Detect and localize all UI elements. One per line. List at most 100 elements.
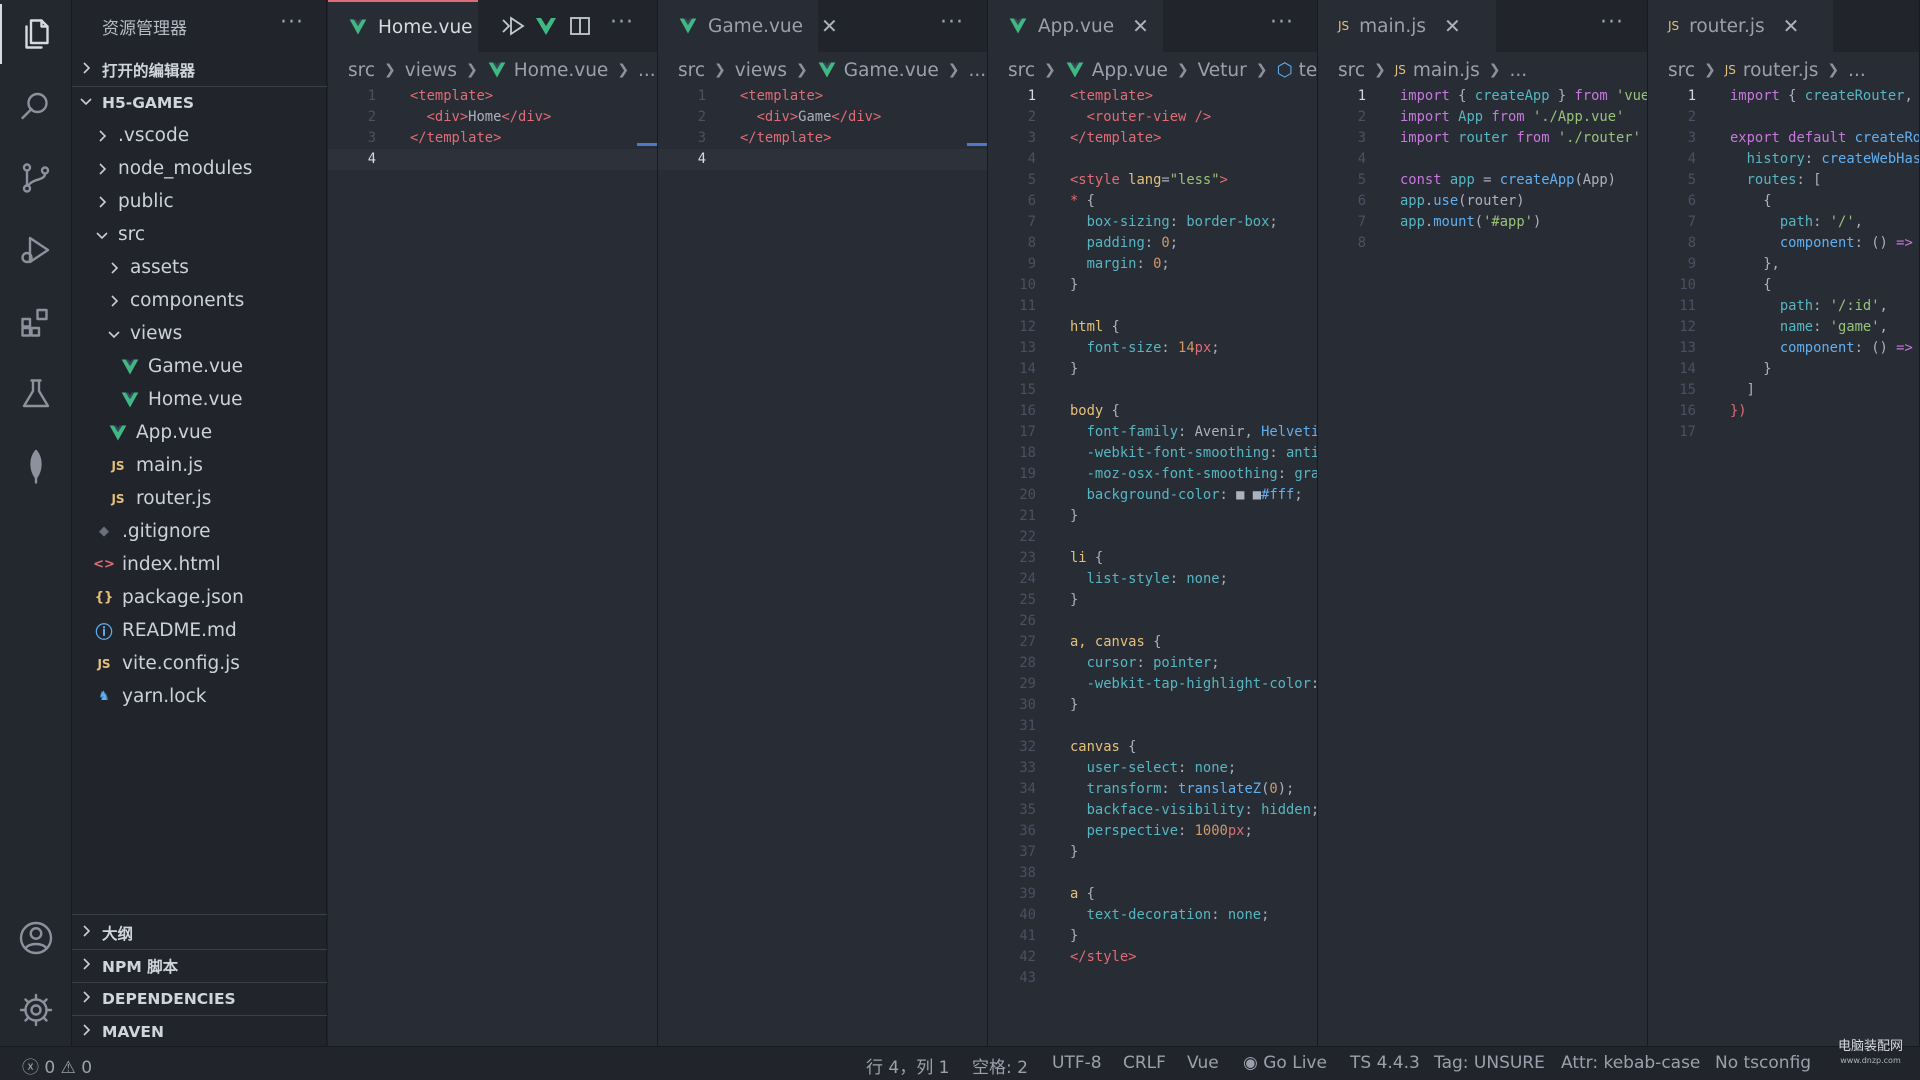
code-editor[interactable]: 1 <template> 2 <router-view /> 3 </template>… — [988, 86, 1317, 989]
project-label: H5-GAMES — [102, 93, 195, 112]
tree-item-readme-md[interactable]: ⓘ README.md — [94, 614, 237, 647]
section-1[interactable]: NPM 脚本 — [72, 949, 327, 982]
breadcrumb-item[interactable]: views — [405, 60, 457, 81]
breadcrumb-item[interactable]: src — [348, 60, 375, 81]
line-number: 3 — [367, 130, 376, 146]
code-line: 26 — [988, 611, 1317, 632]
breadcrumb-label: Game.vue — [843, 59, 939, 81]
language-mode[interactable]: Vue — [1187, 1053, 1219, 1073]
editor-tab[interactable]: JS main.js ✕ — [1318, 0, 1496, 52]
leaf-icon[interactable] — [0, 436, 72, 496]
breadcrumb-item[interactable]: ⬡tem — [1276, 60, 1317, 81]
more-actions-icon[interactable]: ··· — [610, 10, 634, 35]
tree-item-game-vue[interactable]: Game.vue — [120, 350, 243, 383]
breadcrumb-item[interactable]: views — [735, 60, 787, 81]
breadcrumb-item[interactable]: JS main.js — [1395, 60, 1480, 81]
extensions-icon[interactable] — [0, 292, 72, 352]
explorer-icon[interactable] — [0, 4, 72, 64]
code-token: : () — [1854, 235, 1897, 251]
tree-item-router-js[interactable]: JS router.js — [108, 482, 211, 515]
more-actions-icon[interactable]: ··· — [940, 10, 964, 35]
tag-case[interactable]: Tag: UNSURE — [1434, 1053, 1545, 1073]
tree-item-index-html[interactable]: <> index.html — [93, 548, 221, 581]
more-actions-icon[interactable]: ··· — [1600, 10, 1624, 35]
tree-item-vite-config-js[interactable]: JS vite.config.js — [94, 647, 239, 680]
code-editor[interactable]: 1 <template> 2 <div>Game</div> 3 </template>… — [658, 86, 987, 170]
problems-indicator[interactable]: ⓧ 0 ⚠ 0 — [22, 1053, 92, 1078]
breadcrumb-item[interactable]: ... — [638, 60, 656, 81]
tree-item-yarn-lock[interactable]: ♞ yarn.lock — [94, 680, 206, 713]
tree-item-vscode[interactable]: .vscode — [94, 119, 189, 152]
tree-item-main-js[interactable]: JS main.js — [108, 449, 202, 482]
editor-group-3: App.vue ✕ ··· src ❯ App.vue ❯ Vetur ❯ ⬡tem 1 <templ… — [988, 0, 1318, 1046]
ts-version[interactable]: TS 4.4.3 — [1350, 1053, 1420, 1073]
scrollbar-indicator[interactable] — [637, 143, 657, 146]
encoding[interactable]: UTF-8 — [1052, 1053, 1102, 1073]
section-3[interactable]: MAVEN — [72, 1015, 327, 1048]
breadcrumb-item[interactable]: JS router.js — [1725, 60, 1819, 81]
breadcrumb-item[interactable]: src — [1338, 60, 1365, 81]
close-icon[interactable]: ✕ — [1444, 14, 1461, 38]
indentation[interactable]: 空格: 2 — [972, 1053, 1028, 1078]
run-debug-icon[interactable] — [0, 220, 72, 280]
breadcrumb-item[interactable]: src — [678, 60, 705, 81]
close-icon[interactable]: ✕ — [821, 14, 838, 38]
code-token: a — [1070, 886, 1087, 902]
breadcrumb-item[interactable]: App.vue — [1065, 60, 1168, 81]
code-line: 5 routes: [ — [1648, 170, 1919, 191]
breadcrumb-item[interactable]: Vetur — [1198, 60, 1247, 81]
editor-tab[interactable]: Home.vue — [328, 0, 478, 52]
tree-item-public[interactable]: public — [94, 185, 174, 218]
breadcrumb-item[interactable]: src — [1008, 60, 1035, 81]
breadcrumb-item[interactable]: ... — [1510, 60, 1528, 81]
code-editor[interactable]: 1 <template> 2 <div>Home</div> 3 </template>… — [328, 86, 657, 170]
split-editor-icon[interactable] — [568, 14, 592, 38]
tree-item-src[interactable]: src — [94, 218, 145, 251]
section-0[interactable]: 大纲 — [72, 916, 327, 949]
project-section[interactable]: H5-GAMES — [72, 86, 327, 119]
search-icon[interactable] — [0, 76, 72, 136]
tree-item-assets[interactable]: assets — [106, 251, 189, 284]
editor-tab[interactable]: JS router.js ✕ — [1648, 0, 1833, 52]
open-editors-section[interactable]: 打开的编辑器 — [72, 53, 327, 86]
explorer-more-button[interactable]: ··· — [280, 10, 304, 35]
tree-item-components[interactable]: components — [106, 284, 244, 317]
breadcrumb-item[interactable]: ... — [1848, 60, 1866, 81]
cursor-position[interactable]: 行 4，列 1 — [866, 1053, 949, 1078]
run-icon[interactable] — [504, 14, 528, 38]
line-number: 3 — [1027, 130, 1036, 146]
tree-item-package-json[interactable]: {} package.json — [94, 581, 244, 614]
tree-item-app-vue[interactable]: App.vue — [108, 416, 212, 449]
tsconfig-status[interactable]: No tsconfig — [1715, 1053, 1811, 1073]
line-ending[interactable]: CRLF — [1123, 1053, 1166, 1073]
vue-devtools-icon[interactable] — [534, 14, 558, 38]
tree-item-node-modules[interactable]: node_modules — [94, 152, 252, 185]
attr-case[interactable]: Attr: kebab-case — [1561, 1053, 1700, 1073]
editor-tab[interactable]: App.vue ✕ — [988, 0, 1163, 52]
section-2[interactable]: DEPENDENCIES — [72, 982, 327, 1015]
editor-tab[interactable]: Game.vue ✕ — [658, 0, 838, 52]
tree-item-home-vue[interactable]: Home.vue — [120, 383, 243, 416]
breadcrumb-item[interactable]: Game.vue — [817, 60, 939, 81]
tree-item-views[interactable]: views — [106, 317, 182, 350]
breadcrumb-item[interactable]: ... — [968, 60, 986, 81]
account-icon[interactable] — [0, 908, 72, 968]
tab-label: router.js — [1689, 15, 1765, 37]
source-control-icon[interactable] — [0, 148, 72, 208]
code-editor[interactable]: 1 import { createRouter, 2 3 export default … — [1648, 86, 1919, 443]
code-editor[interactable]: 1 import { createApp } from 'vue 2 import A… — [1318, 86, 1647, 254]
scrollbar-indicator[interactable] — [967, 143, 987, 146]
code-line: 13 font-size: 14px; — [988, 338, 1317, 359]
breadcrumb-label: views — [404, 59, 457, 81]
more-actions-icon[interactable]: ··· — [1270, 10, 1294, 35]
settings-gear-icon[interactable] — [0, 980, 72, 1040]
code-token: <template> — [410, 88, 494, 104]
close-icon[interactable]: ✕ — [1783, 14, 1800, 38]
go-live-button[interactable]: ◉ Go Live — [1243, 1053, 1327, 1073]
tree-item-gitignore[interactable]: ◆ .gitignore — [94, 515, 211, 548]
close-icon[interactable]: ✕ — [1132, 14, 1149, 38]
breadcrumb-item[interactable]: Home.vue — [487, 60, 608, 81]
breadcrumb-item[interactable]: src — [1668, 60, 1695, 81]
testing-icon[interactable] — [0, 364, 72, 424]
